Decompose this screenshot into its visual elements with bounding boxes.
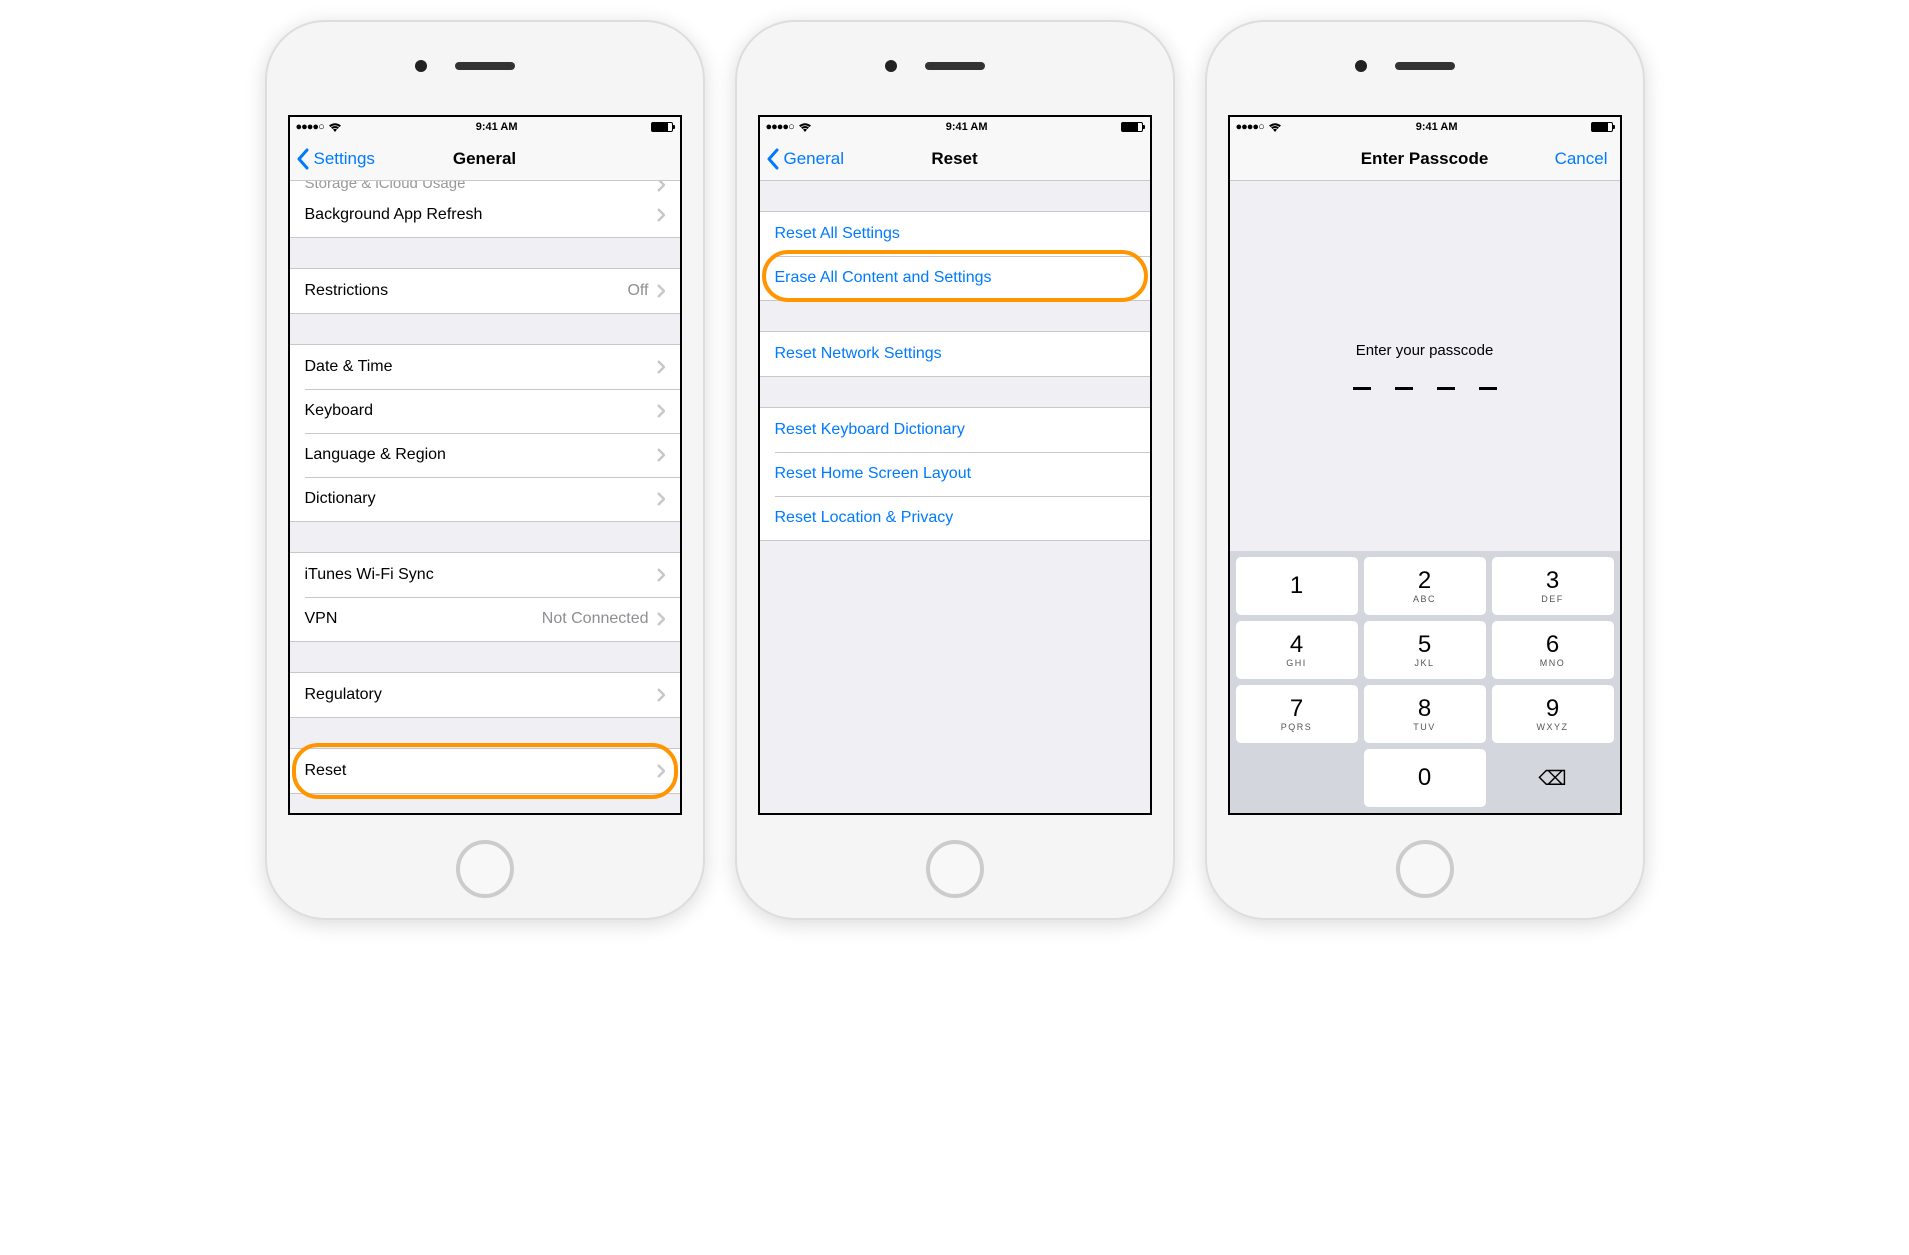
row-reset-location-privacy[interactable]: Reset Location & Privacy xyxy=(760,496,1150,540)
row-dictionary[interactable]: Dictionary xyxy=(290,477,680,521)
reset-list[interactable]: Reset All Settings Erase All Content and… xyxy=(760,181,1150,813)
cancel-button[interactable]: Cancel xyxy=(1555,149,1620,169)
keypad-7[interactable]: 7PQRS xyxy=(1236,685,1358,743)
keypad-0[interactable]: 0 xyxy=(1364,749,1486,807)
keypad-2[interactable]: 2ABC xyxy=(1364,557,1486,615)
row-reset-keyboard-dict[interactable]: Reset Keyboard Dictionary xyxy=(760,408,1150,452)
keypad-4[interactable]: 4GHI xyxy=(1236,621,1358,679)
signal-dots-icon: ●●●●○ xyxy=(296,121,324,133)
status-time: 9:41 AM xyxy=(1416,121,1458,133)
chevron-right-icon xyxy=(657,284,665,298)
phone-passcode: ●●●●○ 9:41 AM Enter Passcode Cancel Ente… xyxy=(1205,20,1645,920)
wifi-icon xyxy=(798,122,812,132)
back-label: Settings xyxy=(314,149,375,169)
nav-bar: General Reset xyxy=(760,137,1150,181)
row-erase-all-content[interactable]: Erase All Content and Settings xyxy=(760,256,1150,300)
passcode-body: Enter your passcode xyxy=(1230,181,1620,551)
passcode-digit xyxy=(1395,387,1413,390)
keypad-5[interactable]: 5JKL xyxy=(1364,621,1486,679)
battery-icon xyxy=(651,122,673,132)
delete-icon: ⌫ xyxy=(1538,766,1566,791)
nav-title: Reset xyxy=(931,149,977,169)
numeric-keypad: 1 2ABC 3DEF 4GHI 5JKL 6MNO 7PQRS 8TUV 9W… xyxy=(1230,551,1620,813)
signal-dots-icon: ●●●●○ xyxy=(766,121,794,133)
row-reset-home-layout[interactable]: Reset Home Screen Layout xyxy=(760,452,1150,496)
back-label: General xyxy=(784,149,844,169)
chevron-right-icon xyxy=(657,764,665,778)
status-bar: ●●●●○ 9:41 AM xyxy=(1230,117,1620,137)
keypad-6[interactable]: 6MNO xyxy=(1492,621,1614,679)
row-vpn[interactable]: VPN Not Connected xyxy=(290,597,680,641)
chevron-right-icon xyxy=(657,448,665,462)
status-bar: ●●●●○ 9:41 AM xyxy=(290,117,680,137)
chevron-right-icon xyxy=(657,404,665,418)
keypad-empty xyxy=(1236,749,1358,807)
status-time: 9:41 AM xyxy=(946,121,988,133)
keypad-3[interactable]: 3DEF xyxy=(1492,557,1614,615)
nav-title: General xyxy=(453,149,516,169)
row-storage-icloud[interactable]: Storage & iCloud Usage xyxy=(290,181,680,193)
back-button[interactable]: Settings xyxy=(290,148,375,170)
keypad-9[interactable]: 9WXYZ xyxy=(1492,685,1614,743)
row-reset[interactable]: Reset xyxy=(290,749,680,793)
wifi-icon xyxy=(328,122,342,132)
passcode-digit xyxy=(1437,387,1455,390)
passcode-digit xyxy=(1479,387,1497,390)
nav-title: Enter Passcode xyxy=(1361,149,1489,169)
chevron-left-icon xyxy=(766,148,780,170)
settings-list[interactable]: Storage & iCloud Usage Background App Re… xyxy=(290,181,680,813)
home-button[interactable] xyxy=(926,840,984,898)
status-time: 9:41 AM xyxy=(476,121,518,133)
row-regulatory[interactable]: Regulatory xyxy=(290,673,680,717)
chevron-right-icon xyxy=(657,492,665,506)
phone-reset: ●●●●○ 9:41 AM General Reset Reset xyxy=(735,20,1175,920)
row-language-region[interactable]: Language & Region xyxy=(290,433,680,477)
nav-bar: Settings General xyxy=(290,137,680,181)
row-date-time[interactable]: Date & Time xyxy=(290,345,680,389)
chevron-left-icon xyxy=(296,148,310,170)
signal-dots-icon: ●●●●○ xyxy=(1236,121,1264,133)
chevron-right-icon xyxy=(657,181,665,192)
row-background-app-refresh[interactable]: Background App Refresh xyxy=(290,193,680,237)
keypad-delete[interactable]: ⌫ xyxy=(1492,749,1614,807)
row-reset-network[interactable]: Reset Network Settings xyxy=(760,332,1150,376)
wifi-icon xyxy=(1268,122,1282,132)
row-itunes-wifi-sync[interactable]: iTunes Wi-Fi Sync xyxy=(290,553,680,597)
passcode-digit xyxy=(1353,387,1371,390)
chevron-right-icon xyxy=(657,688,665,702)
chevron-right-icon xyxy=(657,360,665,374)
chevron-right-icon xyxy=(657,208,665,222)
home-button[interactable] xyxy=(456,840,514,898)
home-button[interactable] xyxy=(1396,840,1454,898)
passcode-dashes xyxy=(1353,387,1497,390)
keypad-1[interactable]: 1 xyxy=(1236,557,1358,615)
row-reset-all-settings[interactable]: Reset All Settings xyxy=(760,212,1150,256)
chevron-right-icon xyxy=(657,612,665,626)
back-button[interactable]: General xyxy=(760,148,844,170)
row-restrictions[interactable]: Restrictions Off xyxy=(290,269,680,313)
chevron-right-icon xyxy=(657,568,665,582)
battery-icon xyxy=(1591,122,1613,132)
keypad-8[interactable]: 8TUV xyxy=(1364,685,1486,743)
nav-bar: Enter Passcode Cancel xyxy=(1230,137,1620,181)
phone-general: ●●●●○ 9:41 AM Settings General Storage &… xyxy=(265,20,705,920)
battery-icon xyxy=(1121,122,1143,132)
row-keyboard[interactable]: Keyboard xyxy=(290,389,680,433)
status-bar: ●●●●○ 9:41 AM xyxy=(760,117,1150,137)
passcode-prompt: Enter your passcode xyxy=(1356,342,1494,359)
